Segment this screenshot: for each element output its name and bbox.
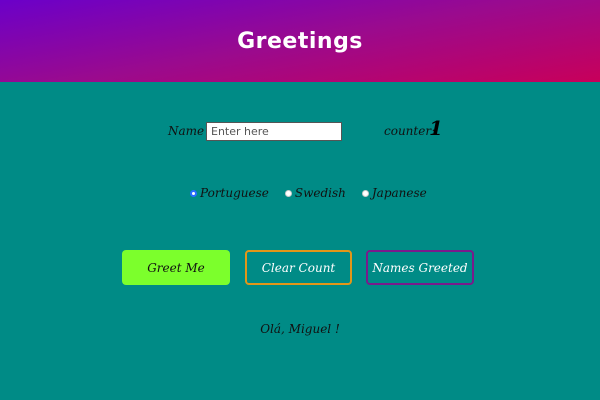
radio-japanese[interactable]: Japanese xyxy=(361,186,427,200)
counter-label: counter: xyxy=(384,124,436,138)
counter-value: 1 xyxy=(429,116,443,140)
radio-button-portuguese[interactable] xyxy=(190,189,197,197)
header-bar: Greetings xyxy=(0,0,600,82)
greeting-message: Olá, Miguel ! xyxy=(260,322,340,336)
greet-button[interactable]: Greet Me xyxy=(122,250,230,285)
name-label: Name xyxy=(168,124,205,138)
radio-label-japanese: Japanese xyxy=(371,186,427,200)
clear-count-button[interactable]: Clear Count xyxy=(245,250,352,285)
radio-button-swedish[interactable] xyxy=(284,189,292,197)
radio-swedish[interactable]: Swedish xyxy=(284,186,346,200)
name-input[interactable] xyxy=(206,122,342,141)
page-title: Greetings xyxy=(237,28,363,54)
radio-button-japanese[interactable] xyxy=(361,189,369,197)
main-content: Name counter: 1 Portuguese Swedish Japan… xyxy=(0,82,600,400)
language-radio-group: Portuguese Swedish Japanese xyxy=(190,186,443,200)
radio-label-portuguese: Portuguese xyxy=(200,186,269,200)
radio-portuguese[interactable]: Portuguese xyxy=(190,186,269,200)
radio-label-swedish: Swedish xyxy=(294,186,346,200)
names-greeted-button[interactable]: Names Greeted xyxy=(366,250,474,285)
